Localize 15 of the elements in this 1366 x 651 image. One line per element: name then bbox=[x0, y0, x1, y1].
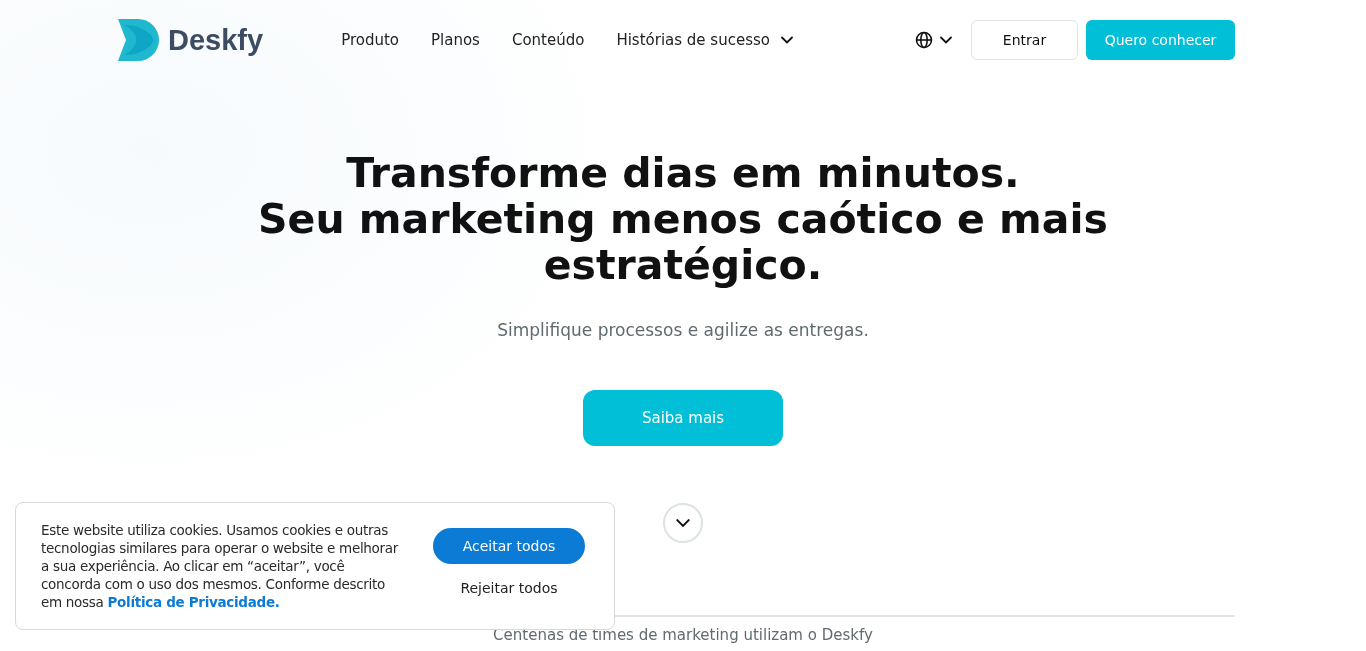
nav-link[interactable]: Histórias de sucesso bbox=[616, 31, 794, 49]
nav-link[interactable]: Conteúdo bbox=[511, 31, 585, 49]
privacy-policy-link[interactable]: Política de Privacidade. bbox=[107, 594, 280, 610]
login-button[interactable]: Entrar bbox=[971, 20, 1078, 60]
logo-icon bbox=[118, 19, 160, 61]
accept-all-button[interactable]: Aceitar todos bbox=[433, 528, 585, 564]
globe-icon bbox=[915, 31, 933, 49]
logo-text: Deskfy bbox=[168, 23, 264, 57]
nav-link[interactable]: Planos bbox=[431, 31, 480, 49]
nav-link[interactable]: Produto bbox=[341, 31, 399, 49]
hero-headline: Transforme dias em minutos. Seu marketing menos caótico e mais estratégico. bbox=[257, 150, 1109, 288]
hero-subtitle: Simplifique processos e agilize as entregas. bbox=[497, 320, 869, 340]
reject-all-button[interactable]: Rejeitar todos bbox=[454, 572, 564, 604]
cookie-message: Este website utiliza cookies. Usamos cookies e outras tecnologias similares para operar o website e melhorar a sua experiência. Ao clicar em “aceitar”, você concorda com o uso dos mesmos. Conforme descrito em nossa Política de Privacidade. bbox=[41, 521, 400, 611]
scroll-down-button[interactable] bbox=[663, 503, 703, 543]
